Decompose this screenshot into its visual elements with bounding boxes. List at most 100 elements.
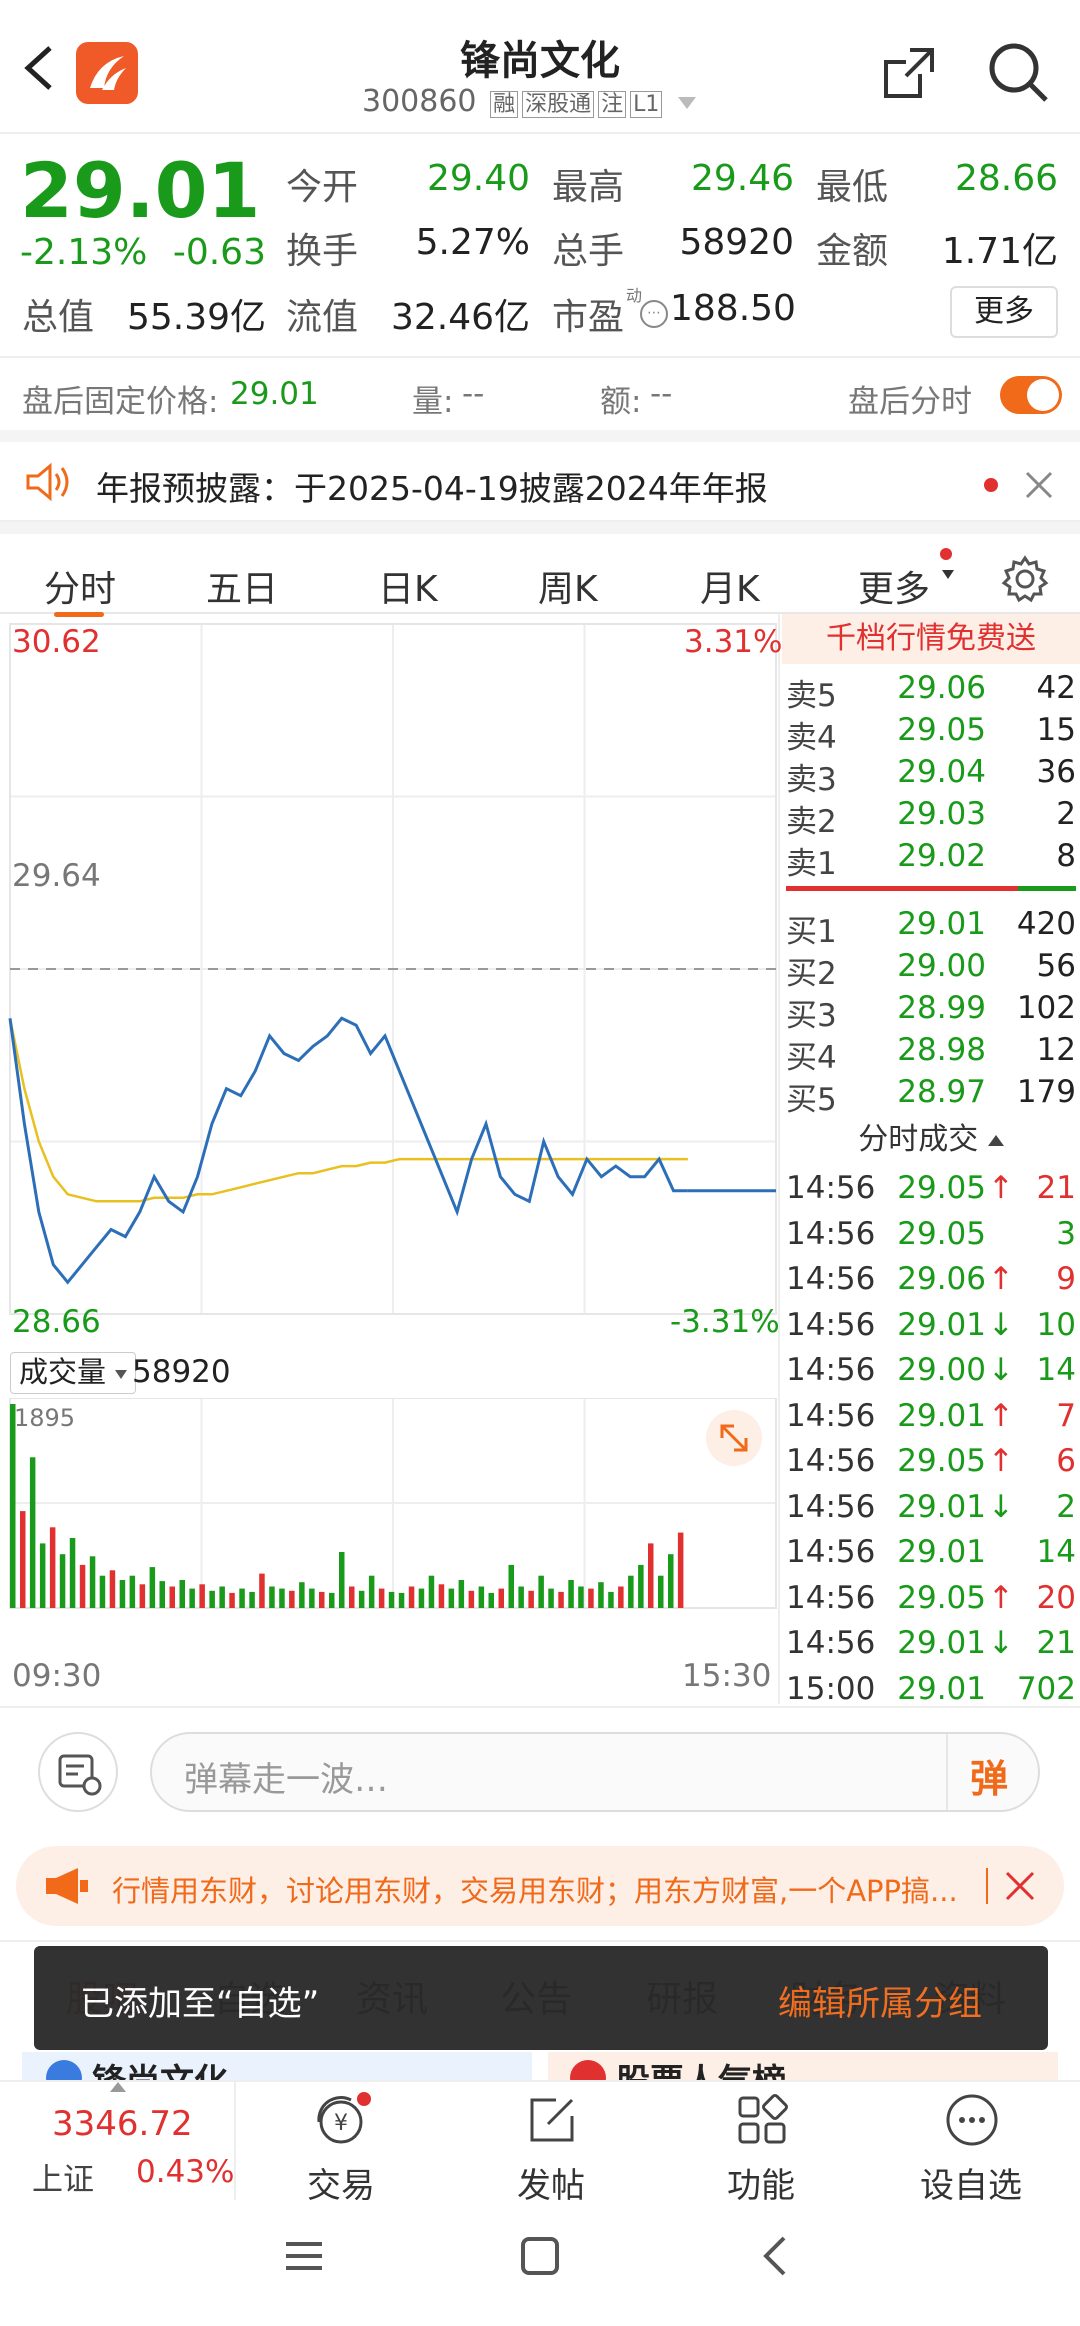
trade-row: 14:56 29.05 3	[782, 1216, 1080, 1258]
volume-selector[interactable]: 成交量	[10, 1352, 137, 1394]
volume-bar	[259, 1573, 265, 1608]
trade-price: 29.05	[897, 1170, 986, 1206]
tab-weekly-k[interactable]: 周K	[538, 560, 598, 612]
buy-volume: 56	[1036, 948, 1076, 984]
volume-bar	[677, 1532, 684, 1608]
price-chart[interactable]	[0, 614, 778, 1344]
volume-max-label: 1895	[14, 1404, 76, 1432]
trade-price: 29.05	[897, 1579, 986, 1616]
volume-bar	[438, 1584, 445, 1608]
danmu-send-icon[interactable]: 弹	[970, 1748, 1008, 1803]
order-row: 买2 29.00 56	[782, 948, 1080, 992]
notice-bar[interactable]: 年报预披露：于2025-04-19披露2024年年报	[0, 430, 1080, 522]
volume-bar	[119, 1580, 126, 1608]
volume-bar	[269, 1586, 275, 1608]
time-end-label: 15:30	[682, 1658, 772, 1694]
sell-volume: 36	[1036, 754, 1076, 790]
tab-more[interactable]: 更多	[858, 560, 930, 612]
volume-bar	[558, 1591, 564, 1608]
trade-volume: 3	[1056, 1215, 1076, 1252]
search-icon[interactable]	[986, 40, 1052, 106]
pe-value: 188.50	[670, 288, 796, 329]
chart-area[interactable]: 30.62 3.31% 29.64 28.66 -3.31% 成交量 58920…	[0, 614, 782, 1704]
volume-bar	[588, 1588, 594, 1608]
ad-banner[interactable]: 行情用东财，讨论用东财，交易用东财；用东方财富,一个APP搞...	[16, 1846, 1064, 1926]
close-icon[interactable]	[1024, 470, 1054, 500]
notice-dot	[984, 478, 998, 492]
trade-price: 29.01	[897, 1306, 986, 1343]
stock-title: 锋尚文化	[460, 38, 620, 84]
mktcap-value: 55.39亿	[126, 297, 266, 338]
buy-label: 买1	[786, 914, 837, 950]
app-logo-icon	[76, 42, 138, 104]
share-icon[interactable]	[880, 44, 938, 102]
open-label: 今开	[286, 167, 359, 208]
after-hours-toggle[interactable]	[1000, 376, 1062, 414]
volume-bar	[69, 1538, 76, 1608]
price-bottom-label: 28.66	[12, 1304, 101, 1340]
index-ticker[interactable]: 3346.72 上证 0.43%	[0, 2082, 236, 2202]
toast-text: 已添加至“自选”	[80, 1984, 320, 2024]
order-row: 买3 28.99 102	[782, 990, 1080, 1034]
buy-price: 28.98	[897, 1032, 986, 1068]
danmu-placeholder: 弹幕走一波…	[184, 1760, 388, 1800]
volume-bar	[598, 1582, 604, 1608]
pe-superscript: 动	[626, 286, 643, 305]
tab-intraday[interactable]: 分时	[44, 560, 116, 612]
promo-banner[interactable]: 千档行情免费送	[782, 614, 1080, 664]
expand-icon[interactable]	[706, 1410, 762, 1466]
volume-bar	[528, 1590, 534, 1608]
speaker-icon	[24, 462, 72, 502]
high-value: 29.46	[690, 158, 794, 199]
trade-row: 14:56 29.05 ↑ 21	[782, 1170, 1080, 1212]
nav-functions[interactable]: 功能	[656, 2082, 866, 2206]
menu-icon[interactable]	[284, 2236, 324, 2276]
open-value: 29.40	[426, 158, 530, 199]
danmu-input[interactable]: 弹幕走一波… 弹	[150, 1732, 1040, 1812]
trades-title[interactable]: 分时成交	[782, 1114, 1080, 1158]
more-button[interactable]: 更多	[950, 286, 1058, 338]
volume-bar	[309, 1588, 315, 1608]
volume-bar	[319, 1591, 325, 1608]
ad-close-icon[interactable]	[1004, 1870, 1036, 1902]
trade-time: 15:00	[786, 1670, 876, 1707]
info-icon[interactable]: ⋯	[640, 300, 668, 328]
settings-gear-icon[interactable]	[1000, 554, 1050, 604]
back-icon[interactable]	[20, 44, 60, 92]
tag-zhu: 注	[598, 91, 627, 118]
volume-bar	[39, 1543, 46, 1608]
trade-price: 29.00	[897, 1352, 986, 1388]
ad-divider	[986, 1868, 988, 1904]
buy-volume: 102	[1016, 990, 1076, 1026]
dropdown-icon[interactable]	[677, 96, 696, 109]
volume-bar	[408, 1586, 415, 1608]
time-start-label: 09:30	[12, 1658, 102, 1694]
nav-trade[interactable]: ¥ 交易	[236, 2082, 446, 2206]
tab-five-day[interactable]: 五日	[206, 560, 278, 612]
volume-bar	[568, 1580, 574, 1608]
trade-price: 29.05	[897, 1443, 986, 1479]
sell-price: 29.06	[897, 670, 986, 706]
nav-add-watchlist[interactable]: 设自选	[866, 2082, 1076, 2206]
volume-bar	[538, 1575, 544, 1608]
sell-price: 29.04	[897, 754, 986, 790]
danmu-settings-icon[interactable]	[38, 1732, 118, 1812]
tab-monthly-k[interactable]: 月K	[700, 560, 760, 612]
mktcap-label: 总值	[22, 297, 95, 338]
tab-daily-k[interactable]: 日K	[378, 560, 438, 612]
trade-volume: 21	[1036, 1625, 1076, 1661]
home-icon[interactable]	[520, 2236, 560, 2276]
system-back-icon[interactable]	[756, 2234, 796, 2278]
volume-bar	[239, 1588, 245, 1608]
nav-post[interactable]: 发帖	[446, 2082, 656, 2206]
order-book: 千档行情免费送 卖5 29.06 42 卖4 29.05 15 卖3 29.04 36 卖2 29.…	[782, 614, 1080, 1707]
trade-volume: 2	[1056, 1488, 1076, 1525]
after-amt-label: 额:	[600, 384, 642, 420]
volume-chart[interactable]	[0, 1398, 778, 1648]
volume-bar	[488, 1592, 494, 1608]
order-row: 买5 28.97 179	[782, 1074, 1080, 1118]
volume-bar	[578, 1586, 584, 1608]
volume-bar	[149, 1567, 156, 1608]
toast-action-button[interactable]: 编辑所属分组	[778, 1976, 982, 2025]
trade-time: 14:56	[786, 1215, 876, 1252]
